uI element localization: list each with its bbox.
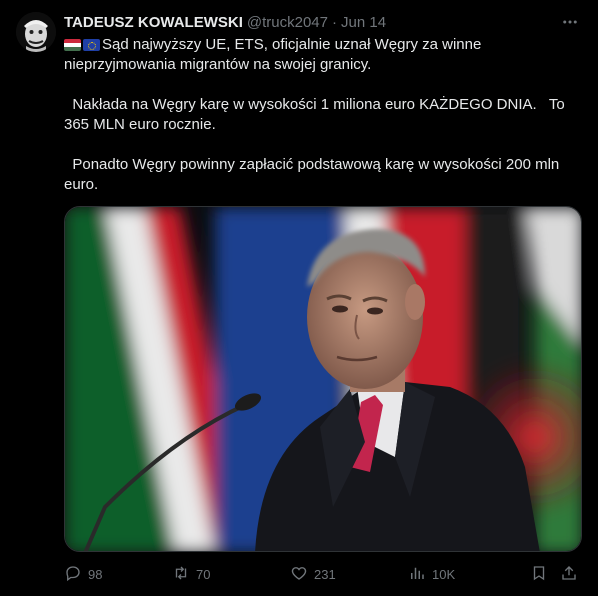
separator: · xyxy=(332,13,337,31)
like-button[interactable]: 231 xyxy=(290,564,408,585)
repost-button[interactable]: 70 xyxy=(172,564,290,585)
tweet-paragraph-3: Ponadto Węgry powinny zapłacić podstawow… xyxy=(64,156,564,193)
like-count: 231 xyxy=(314,566,336,582)
tweet-paragraph-1: Sąd najwyższy UE, ETS, oficjalnie uznał … xyxy=(64,36,486,73)
tweet-photo[interactable] xyxy=(64,206,582,552)
reply-button[interactable]: 98 xyxy=(64,564,172,585)
author-handle[interactable]: @truck2047 xyxy=(247,14,328,31)
share-button[interactable] xyxy=(560,564,584,585)
tweet[interactable]: TADEUSZ KOWALEWSKI @truck2047 · Jun 14 S… xyxy=(0,0,598,596)
more-icon[interactable] xyxy=(558,10,582,34)
reply-icon xyxy=(64,564,82,585)
heart-icon xyxy=(290,564,308,585)
author-name[interactable]: TADEUSZ KOWALEWSKI xyxy=(64,14,243,31)
share-icon xyxy=(560,564,578,585)
repost-icon xyxy=(172,564,190,585)
tweet-paragraph-2: Nakłada na Węgry karę w wysokości 1 mili… xyxy=(64,96,569,133)
tweet-header: TADEUSZ KOWALEWSKI @truck2047 · Jun 14 xyxy=(64,12,582,32)
repost-count: 70 xyxy=(196,566,211,582)
hungary-flag-icon xyxy=(64,39,81,51)
avatar[interactable] xyxy=(16,12,56,52)
tweet-text: Sąd najwyższy UE, ETS, oficjalnie uznał … xyxy=(64,35,584,195)
tweet-date[interactable]: Jun 14 xyxy=(341,14,386,31)
press-conference-photo xyxy=(65,207,581,551)
bookmark-icon xyxy=(530,564,548,585)
views-count: 10K xyxy=(432,566,456,582)
views-icon xyxy=(408,564,426,585)
reply-count: 98 xyxy=(88,566,103,582)
action-bar: 98 70 231 10K xyxy=(64,563,584,585)
views-button[interactable]: 10K xyxy=(408,564,530,585)
eu-flag-icon xyxy=(83,39,100,51)
bookmark-button[interactable] xyxy=(530,564,560,585)
